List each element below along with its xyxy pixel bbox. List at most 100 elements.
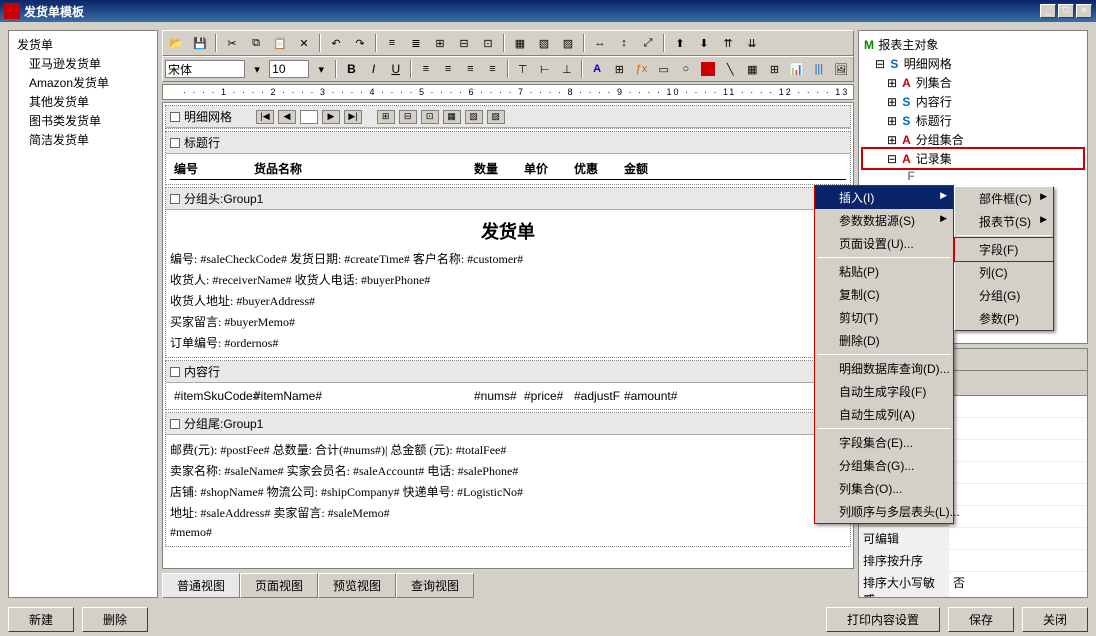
tree-root[interactable]: 发货单	[13, 35, 153, 54]
order-icon[interactable]: ⬆	[669, 33, 691, 53]
section-header-content[interactable]: 内容行	[166, 361, 850, 383]
tree-node[interactable]: M 报表主对象	[863, 35, 1083, 54]
cut-icon[interactable]: ✂	[221, 33, 243, 53]
col-header[interactable]: 单价	[520, 158, 570, 179]
maximize-button[interactable]: □	[1058, 4, 1074, 18]
col-header[interactable]: 数量	[470, 158, 520, 179]
field-cell[interactable]: #adjustF	[570, 387, 620, 405]
tree-node-selected[interactable]: ⊟ A 记录集	[863, 149, 1083, 168]
align-icon[interactable]: ⊡	[477, 33, 499, 53]
grid-tool-icon[interactable]: ▦	[443, 110, 461, 124]
tab-normal[interactable]: 普通视图	[162, 573, 240, 598]
menu-copy[interactable]: 复制(C)	[815, 283, 953, 306]
prop-value[interactable]	[949, 528, 1087, 549]
menu-insert[interactable]: 插入(I)▶	[815, 186, 953, 209]
menu-col-set[interactable]: 列集合(O)...	[815, 477, 953, 500]
field-cell[interactable]: #itemSkuCode#	[170, 387, 250, 405]
tab-query[interactable]: 查询视图	[396, 573, 474, 598]
layout-icon[interactable]: ▦	[509, 33, 531, 53]
field-row[interactable]: #memo#	[170, 523, 846, 542]
tree-node[interactable]: F	[863, 168, 1083, 184]
text-tool-icon[interactable]: A	[587, 59, 607, 79]
submenu-group[interactable]: 分组(G)	[955, 284, 1053, 307]
col-header[interactable]: 金额	[620, 158, 670, 179]
section-toggle-icon[interactable]	[170, 112, 180, 122]
close-button[interactable]: ×	[1076, 4, 1092, 18]
tree-item[interactable]: Amazon发货单	[13, 73, 153, 92]
field-row[interactable]: 店铺: #shopName# 物流公司: #shipCompany# 快递单号:…	[170, 481, 846, 502]
menu-delete[interactable]: 删除(D)	[815, 329, 953, 352]
field-row[interactable]: 买家留言: #buyerMemo#	[170, 311, 846, 332]
grid-tool-icon[interactable]: ⊡	[421, 110, 439, 124]
italic-icon[interactable]: I	[364, 59, 384, 79]
palette-icon[interactable]: ▦	[742, 59, 762, 79]
table-icon[interactable]: ⊞	[764, 59, 784, 79]
section-header-title[interactable]: 标题行	[166, 132, 850, 154]
size-icon[interactable]: ↕	[613, 33, 635, 53]
tree-node[interactable]: ⊞ A 分组集合	[863, 130, 1083, 149]
delete-icon[interactable]: ✕	[293, 33, 315, 53]
submenu-param[interactable]: 参数(P)	[955, 307, 1053, 330]
close-window-button[interactable]: 关闭	[1022, 607, 1088, 632]
tree-item[interactable]: 简洁发货单	[13, 130, 153, 149]
field-row[interactable]: 地址: #saleAddress# 卖家留言: #saleMemo#	[170, 502, 846, 523]
paste-icon[interactable]: 📋	[269, 33, 291, 53]
grid-tool-icon[interactable]: ⊟	[399, 110, 417, 124]
field-row[interactable]: 邮费(元): #postFee# 总数量: 合计(#nums#)| 总金额 (元…	[170, 439, 846, 460]
field-cell[interactable]: #amount#	[620, 387, 670, 405]
col-header[interactable]: 货品名称	[250, 158, 470, 179]
layout-icon[interactable]: ▨	[557, 33, 579, 53]
section-header-grid[interactable]: 明细网格 |◀ ◀ ▶ ▶| ⊞ ⊟ ⊡ ▦ ▧ ▨	[166, 106, 850, 128]
menu-param-source[interactable]: 参数数据源(S)▶	[815, 209, 953, 232]
submenu-column[interactable]: 列(C)	[955, 261, 1053, 284]
minimize-button[interactable]: _	[1040, 4, 1056, 18]
new-button[interactable]: 新建	[8, 607, 74, 632]
menu-group-set[interactable]: 分组集合(G)...	[815, 454, 953, 477]
field-cell[interactable]: #price#	[520, 387, 570, 405]
open-icon[interactable]: 📂	[165, 33, 187, 53]
tree-item[interactable]: 其他发货单	[13, 92, 153, 111]
align-center-icon[interactable]: ≡	[438, 59, 458, 79]
align-icon[interactable]: ⊞	[429, 33, 451, 53]
tree-node[interactable]: ⊞ A 列集合	[863, 73, 1083, 92]
align-icon[interactable]: ≣	[405, 33, 427, 53]
col-header[interactable]: 编号	[170, 158, 250, 179]
delete-button[interactable]: 删除	[82, 607, 148, 632]
undo-icon[interactable]: ↶	[325, 33, 347, 53]
prop-value[interactable]	[949, 418, 1087, 439]
prop-value[interactable]	[949, 462, 1087, 483]
order-icon[interactable]: ⬇	[693, 33, 715, 53]
line-icon[interactable]: ╲	[720, 59, 740, 79]
field-row[interactable]: 收货人: #receiverName# 收货人电话: #buyerPhone#	[170, 269, 846, 290]
nav-prev-icon[interactable]: ◀	[278, 110, 296, 124]
save-button[interactable]: 保存	[948, 607, 1014, 632]
dropdown-icon[interactable]: ▾	[311, 59, 331, 79]
font-name-select[interactable]	[165, 60, 245, 78]
shape-icon[interactable]: ○	[676, 59, 696, 79]
menu-cut[interactable]: 剪切(T)	[815, 306, 953, 329]
save-icon[interactable]: 💾	[189, 33, 211, 53]
nav-last-icon[interactable]: ▶|	[344, 110, 362, 124]
prop-value[interactable]	[949, 440, 1087, 461]
align-left-icon[interactable]: ≡	[416, 59, 436, 79]
nav-input[interactable]	[300, 110, 318, 124]
design-surface[interactable]: 明细网格 |◀ ◀ ▶ ▶| ⊞ ⊟ ⊡ ▦ ▧ ▨	[162, 102, 854, 569]
tree-node[interactable]: ⊞ S 标题行	[863, 111, 1083, 130]
grid-tool-icon[interactable]: ⊞	[377, 110, 395, 124]
image-icon[interactable]: 🖼	[831, 59, 851, 79]
valign-icon[interactable]: ⊢	[535, 59, 555, 79]
underline-icon[interactable]: U	[386, 59, 406, 79]
valign-icon[interactable]: ⊥	[557, 59, 577, 79]
nav-next-icon[interactable]: ▶	[322, 110, 340, 124]
field-row[interactable]: 收货人地址: #buyerAddress#	[170, 290, 846, 311]
field-cell[interactable]: #itemName#	[250, 387, 470, 405]
align-icon[interactable]: ⊟	[453, 33, 475, 53]
field-row[interactable]: 编号: #saleCheckCode# 发货日期: #createTime# 客…	[170, 248, 846, 269]
prop-value[interactable]	[949, 484, 1087, 505]
align-icon[interactable]: ≡	[381, 33, 403, 53]
section-toggle-icon[interactable]	[170, 367, 180, 377]
tree-node[interactable]: ⊟ S 明细网格	[863, 54, 1083, 73]
redo-icon[interactable]: ↷	[349, 33, 371, 53]
menu-detail-query[interactable]: 明细数据库查询(D)...	[815, 357, 953, 380]
section-toggle-icon[interactable]	[170, 138, 180, 148]
